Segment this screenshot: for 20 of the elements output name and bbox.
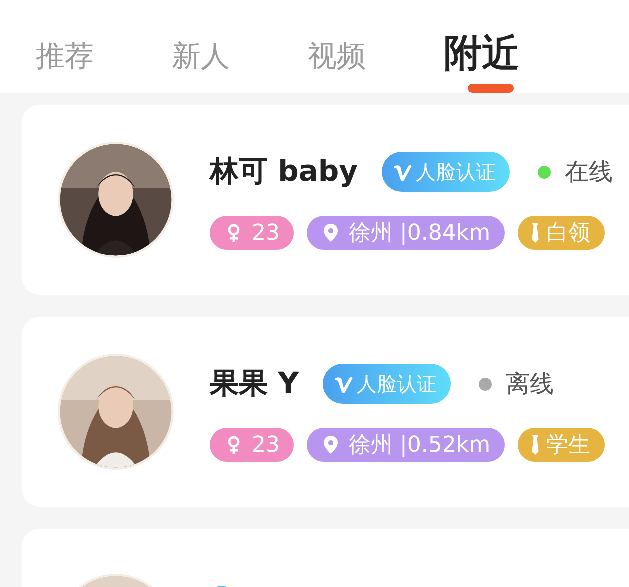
location-pin-icon [321, 223, 341, 243]
job-tag: 学生 [518, 428, 605, 462]
location-pin-icon [321, 435, 341, 455]
location-tag: 徐州 |0.52km [307, 428, 505, 462]
status-text: 在线 [565, 157, 614, 188]
tie-icon [532, 435, 539, 455]
tab[interactable]: 附近 [444, 0, 520, 93]
user-name: 林可 baby [210, 153, 358, 190]
user-name: 果果 Y [210, 365, 300, 402]
location-tag: 徐州 |0.84km [307, 216, 505, 250]
status-text: 离线 [506, 369, 554, 400]
tab-indicator [468, 84, 514, 93]
user-card[interactable]: 果果 Y 人脸认证 离线 23 徐州 |0.52km 学生 [22, 317, 629, 507]
age-tag: 23 [210, 428, 294, 462]
verified-badge: 人脸认证 [382, 152, 510, 192]
job-tag: 白领 [518, 216, 605, 250]
age-tag: 23 [210, 216, 294, 250]
tie-icon [532, 223, 539, 243]
verified-badge: 人脸认证 [323, 364, 452, 404]
user-card[interactable]: 林可 baby 人脸认证 在线 23 徐州 |0.84km 白领 [22, 105, 629, 295]
